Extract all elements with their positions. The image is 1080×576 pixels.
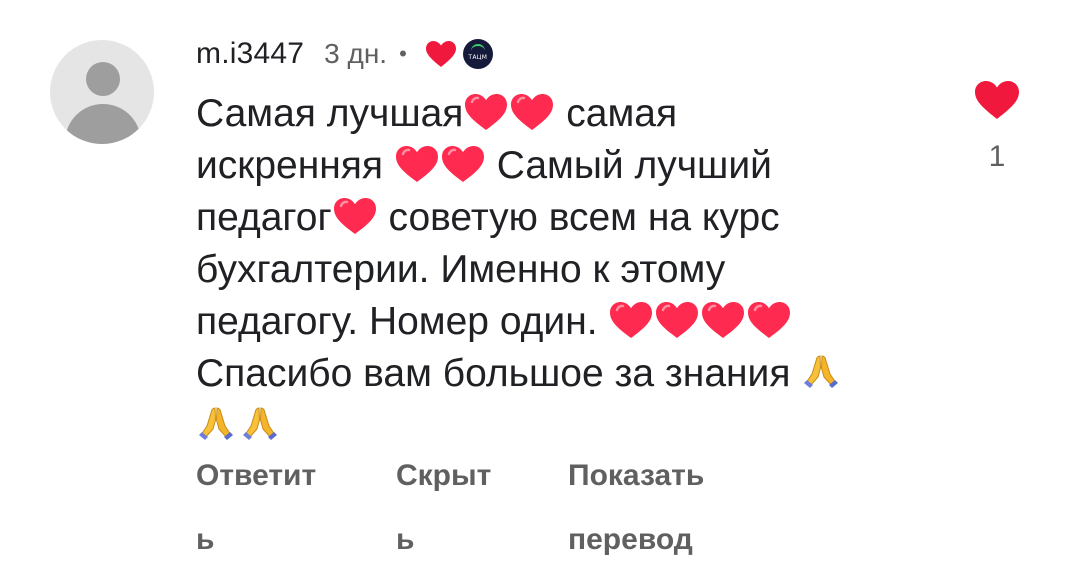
- like-heart-icon: [975, 81, 1019, 119]
- comment-text-line: педагогу. Номер один.: [196, 296, 916, 348]
- heart-emoji-icon: [440, 144, 486, 184]
- timestamp: 3 дн.: [324, 38, 388, 69]
- comment-text-run: Самая лучшая: [196, 92, 464, 135]
- comment-text-line: Самая лучшая самая: [196, 88, 916, 140]
- like-button[interactable]: [972, 76, 1022, 124]
- comment-text-run: искренняя: [196, 144, 394, 187]
- translate-label-line-1: Показать: [568, 459, 705, 492]
- folded-hands-emoji-icon: [801, 350, 841, 390]
- heart-emoji-icon: [608, 300, 654, 340]
- hide-label-line-1: Скрыт: [396, 459, 492, 492]
- heart-emoji-icon: [700, 300, 746, 340]
- avatar-body-icon: [65, 104, 141, 144]
- comment-text-run: педагогу. Номер один.: [196, 300, 609, 343]
- comment-text-run: советую всем на курс: [377, 196, 780, 239]
- heart-emoji-icon: [746, 300, 792, 340]
- reply-label-line-1: Ответит: [196, 459, 317, 492]
- reply-label-line-2: ь: [196, 523, 215, 556]
- folded-hands-emoji-icon: [196, 402, 236, 442]
- folded-hands-emoji-icon: [240, 402, 280, 442]
- comment-text-line: искренняя Самый лучший: [196, 140, 916, 192]
- comment-text-line: педагог советую всем на курс: [196, 192, 916, 244]
- heart-emoji-icon: [332, 196, 378, 236]
- comment-text-run: бухгалтерии. Именно к этому: [196, 248, 726, 291]
- like-count: 1: [988, 140, 1006, 173]
- comment-item: m.i3447 3 дн. • ТАЦМ Самая лучшая самая и…: [0, 0, 1080, 576]
- channel-badge-text: ТАЦМ: [468, 53, 488, 61]
- translate-label-line-2: перевод: [568, 523, 693, 556]
- comment-text-line: бухгалтерии. Именно к этому: [196, 244, 916, 296]
- comment-text-line: Спасибо вам большое за знания: [196, 348, 916, 400]
- hide-label-line-2: ь: [396, 523, 415, 556]
- avatar-head-icon: [86, 62, 120, 96]
- heart-emoji-icon: [509, 92, 555, 132]
- heart-emoji-icon: [654, 300, 700, 340]
- comment-text-run: Спасибо вам большое за знания: [196, 352, 802, 395]
- avatar[interactable]: [50, 40, 154, 144]
- channel-avatar-icon: ТАЦМ: [462, 39, 493, 69]
- reply-button[interactable]: Ответит ь: [196, 444, 316, 572]
- heart-emoji-icon: [463, 92, 509, 132]
- separator-dot: •: [399, 41, 407, 66]
- comment-header: m.i3447 3 дн. • ТАЦМ: [196, 32, 493, 76]
- creator-heart-icon: [425, 40, 457, 68]
- comment-text-run: Самый лучший: [485, 144, 772, 187]
- heart-emoji-icon: [394, 144, 440, 184]
- username[interactable]: m.i3447: [196, 37, 304, 71]
- comment-text-run: педагог: [196, 196, 332, 239]
- comment-text: Самая лучшая самая искренняя Самый лучший…: [196, 88, 916, 452]
- comment-text-run: самая: [555, 92, 678, 135]
- translate-button[interactable]: Показать перевод: [568, 444, 704, 572]
- hide-button[interactable]: Скрыт ь: [396, 444, 491, 572]
